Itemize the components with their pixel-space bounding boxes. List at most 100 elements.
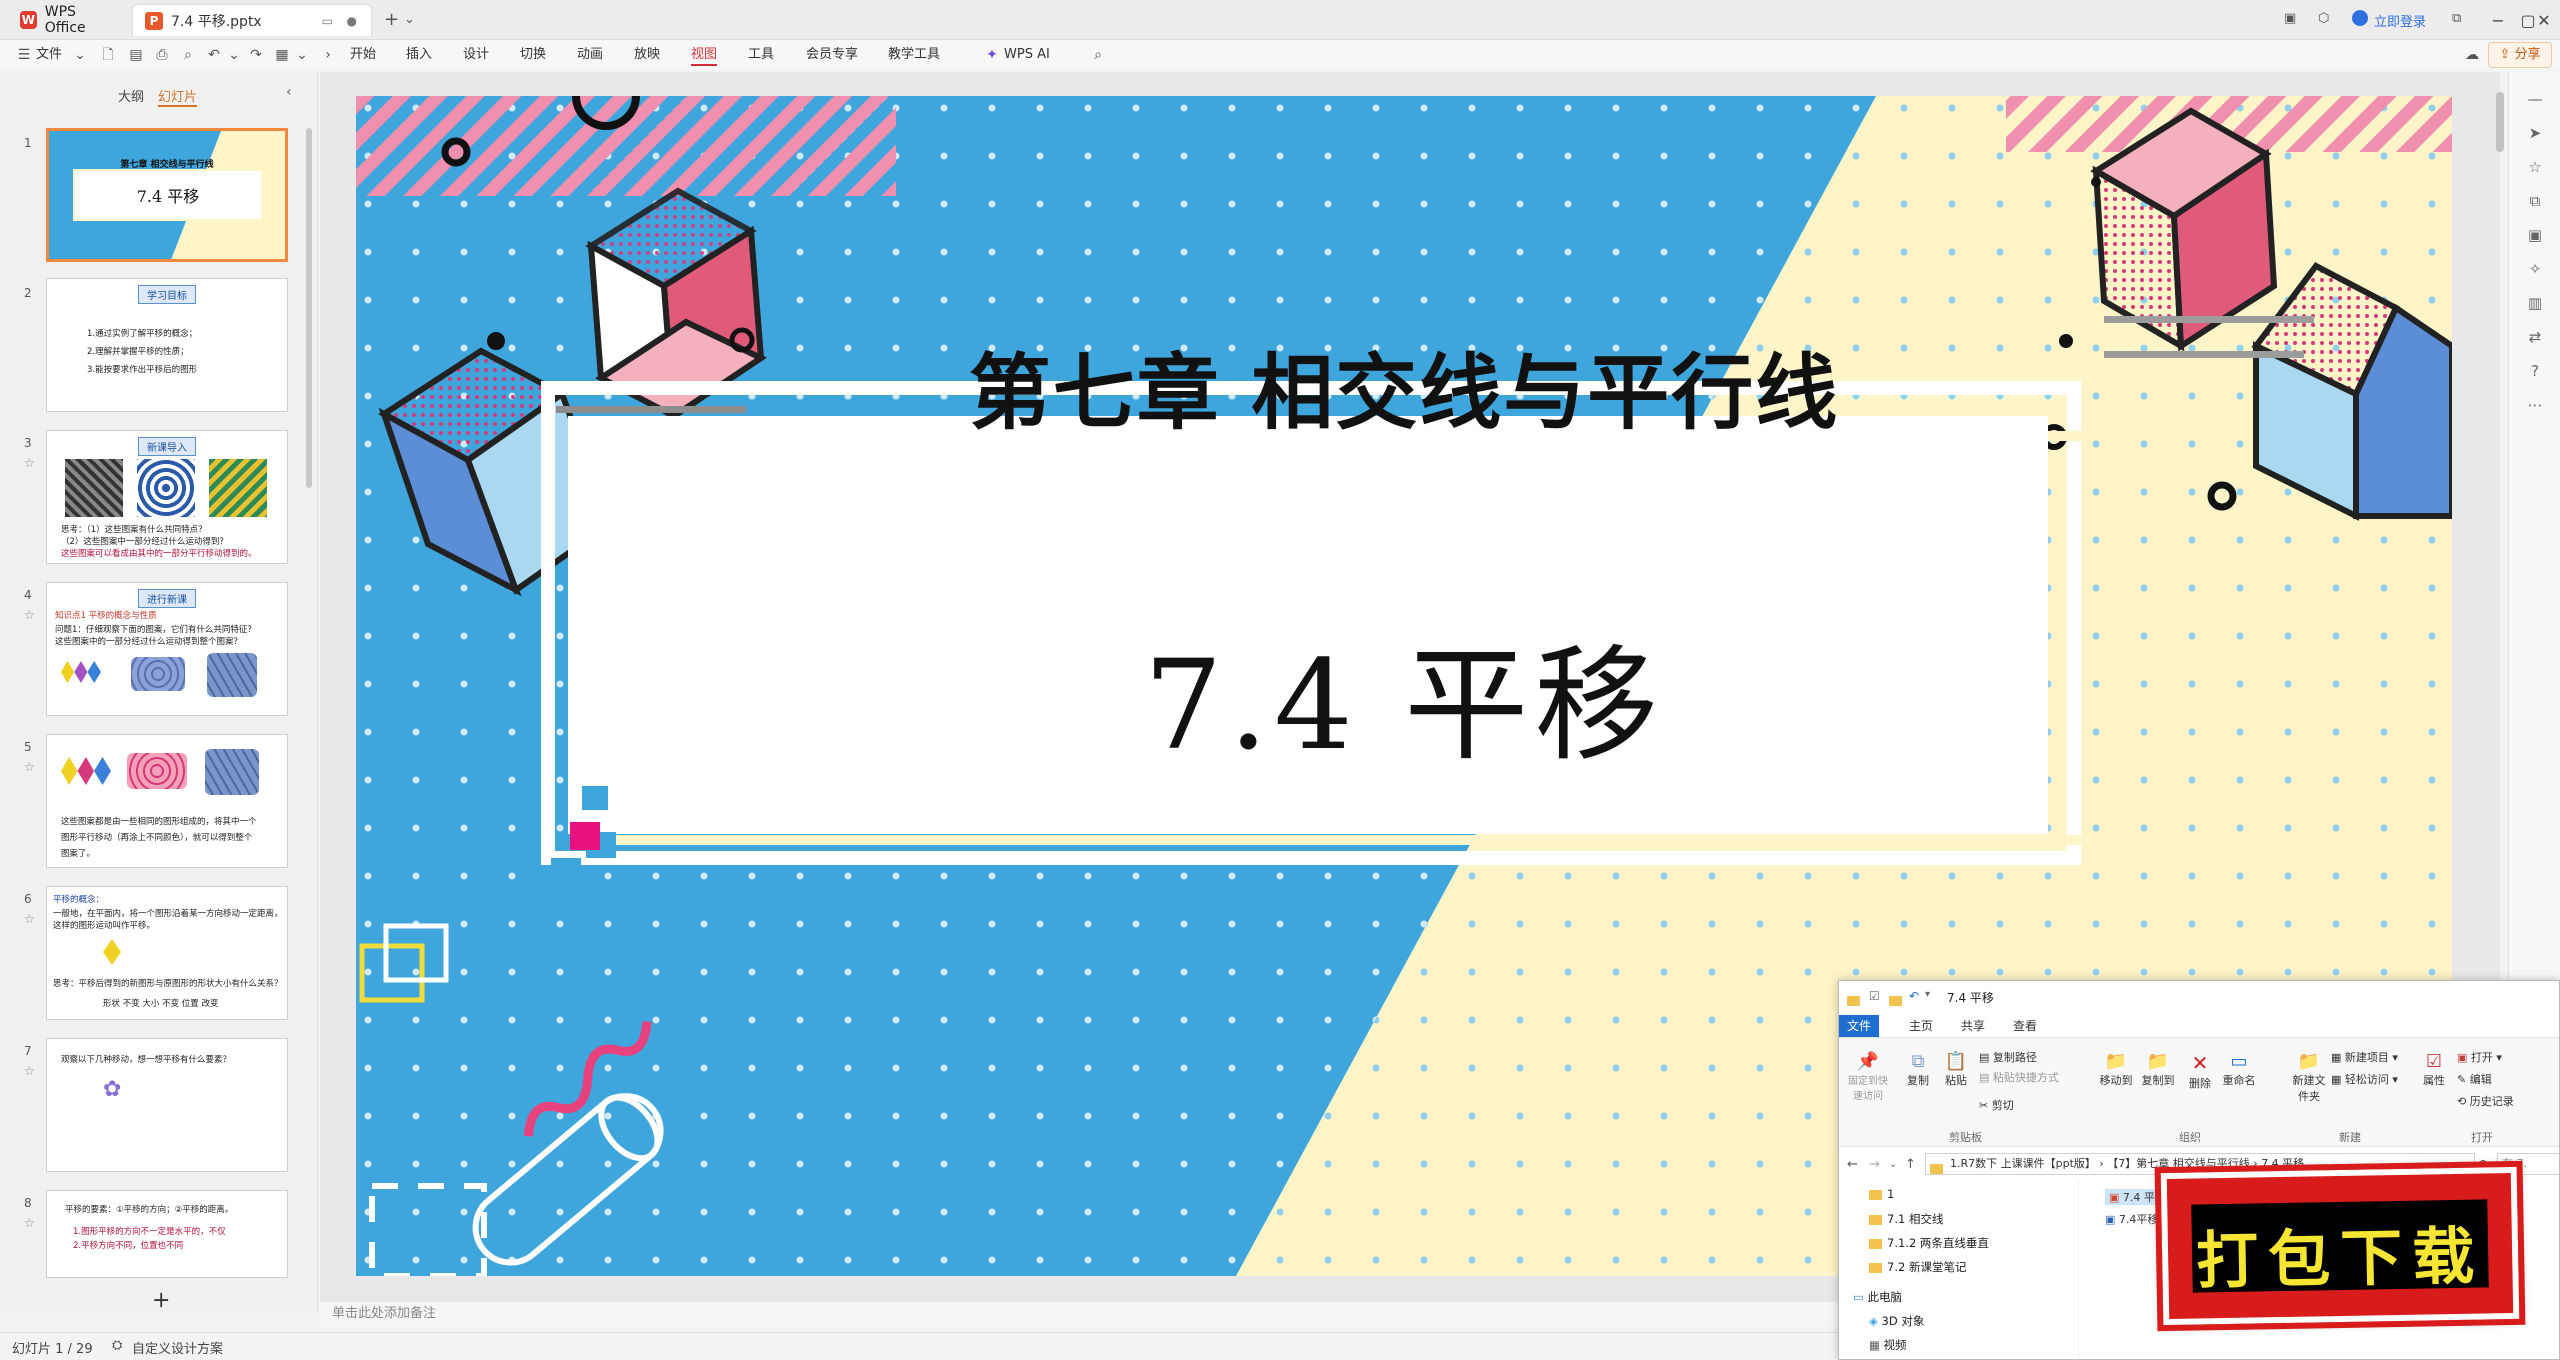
tree-item[interactable]: 7.1 相交线 <box>1869 1211 1943 1227</box>
recent-chevron-icon[interactable]: ⌄ <box>1889 1159 1897 1170</box>
help-icon[interactable]: ? <box>2525 362 2545 382</box>
menu-item-insert[interactable]: 插入 <box>406 44 432 66</box>
unsaved-dot-icon[interactable]: ● <box>347 14 357 28</box>
explorer-tab-home[interactable]: 主页 <box>1901 1015 1941 1037</box>
new-tab-icon[interactable]: + <box>384 9 399 30</box>
pointer-icon[interactable]: ➤ <box>2525 124 2545 144</box>
hamburger-icon[interactable]: ☰ <box>14 44 34 66</box>
menu-item-slideshow[interactable]: 放映 <box>634 44 660 66</box>
menu-item-tools[interactable]: 工具 <box>748 44 774 66</box>
tree-item[interactable]: ◈ 3D 对象 <box>1869 1313 1924 1329</box>
up-icon[interactable]: ↑ <box>1905 1157 1916 1172</box>
wps-home-tab[interactable]: W WPS Office <box>8 4 128 36</box>
copy-icon[interactable]: ⧉ <box>2525 192 2545 212</box>
undo-chevron-icon[interactable]: ⌄ <box>224 44 244 66</box>
print-icon[interactable]: ⎙ <box>152 44 172 66</box>
move-to-button[interactable]: 📁 移动到 <box>2097 1051 2135 1088</box>
window-restore-alt-icon[interactable]: ⧉ <box>2452 11 2461 26</box>
undo-icon[interactable]: ↶ <box>204 44 224 66</box>
qat-chevron-icon[interactable]: ▾ <box>1925 989 1930 1000</box>
undo-icon[interactable]: ↶ <box>1909 989 1919 1003</box>
slide-thumbnail-5[interactable]: 这些图案都是由一些相同的图形组成的，将其中一个 图形平行移动（再涂上不同颜色），… <box>46 734 288 868</box>
cut-button[interactable]: ✂ 剪切 <box>1979 1097 2014 1113</box>
explorer-tab-share[interactable]: 共享 <box>1953 1015 1993 1037</box>
forward-icon[interactable]: → <box>1869 1157 1880 1172</box>
menu-item-home[interactable]: 开始 <box>350 44 376 66</box>
paste-shortcut-button[interactable]: ▤ 粘贴快捷方式 <box>1979 1069 2059 1085</box>
save-icon[interactable]: ▤ <box>126 44 146 66</box>
slide-thumbnail-7[interactable]: 观察以下几种移动，想一想平移有什么要素？ ✿ <box>46 1038 288 1172</box>
window-layout-icon[interactable]: ▣ <box>2284 11 2296 26</box>
magic-icon[interactable]: ✧ <box>2525 260 2545 280</box>
rename-button[interactable]: ▭ 重命名 <box>2219 1051 2259 1088</box>
copy-to-button[interactable]: 📁 复制到 <box>2139 1051 2177 1088</box>
minus-icon[interactable]: — <box>2525 90 2545 110</box>
design-scheme-label[interactable]: 自定义设计方案 <box>132 1338 223 1357</box>
slide-thumbnail-3[interactable]: 新课导入 思考：（1）这些图案有什么共同特点？ （2）这些图案中一部分经过什么运… <box>46 430 288 564</box>
tab-slides[interactable]: 幻灯片 <box>158 86 198 107</box>
format-painter-icon[interactable]: ▦ <box>272 44 292 66</box>
monitor-icon[interactable]: ▭ <box>322 14 333 28</box>
tree-item[interactable]: 7.2 新课堂笔记 <box>1869 1259 1966 1275</box>
redo-icon[interactable]: ↷ <box>246 44 266 66</box>
star-icon[interactable]: ☆ <box>24 456 35 470</box>
slide-thumbnail-6[interactable]: 平移的概念： 一般地，在平面内，将一个图形沿着某一方向移动一定距离， 这样的图形… <box>46 886 288 1020</box>
back-icon[interactable]: ← <box>1847 1157 1858 1172</box>
chapter-title[interactable]: 第七章 相交线与平行线 <box>356 326 2452 445</box>
search-icon[interactable]: ⌕ <box>1088 44 1108 66</box>
canvas-scrollbar[interactable] <box>2496 92 2504 152</box>
design-scheme-icon[interactable]: ⛭ <box>112 1338 122 1353</box>
menu-item-teaching-tools[interactable]: 教学工具 <box>888 44 940 66</box>
new-doc-icon[interactable]: 🗋 <box>98 44 118 66</box>
paste-button[interactable]: 📋 粘贴 <box>1939 1051 1973 1088</box>
delete-button[interactable]: ✕ 删除 <box>2185 1051 2215 1091</box>
menu-item-member[interactable]: 会员专享 <box>806 44 858 66</box>
slide-thumbnail-8[interactable]: 平移的要素：①平移的方向；②平移的距离。 1.图形平移的方向不一定是水平的，不仅… <box>46 1190 288 1278</box>
copy-path-button[interactable]: ▤ 复制路径 <box>1979 1049 2037 1065</box>
tree-item-this-pc[interactable]: ▭ 此电脑 <box>1853 1289 1902 1305</box>
tab-outline[interactable]: 大纲 <box>118 86 144 105</box>
cloud-sync-icon[interactable]: ☁ <box>2462 44 2482 66</box>
slide-thumbnail-4[interactable]: 进行新课 知识点1 平移的概念与性质 问题1：仔细观察下面的图案，它们有什么共同… <box>46 582 288 716</box>
new-item-button[interactable]: ▦ 新建项目 ▾ <box>2331 1049 2398 1065</box>
properties-button[interactable]: ☑ 属性 <box>2419 1051 2449 1088</box>
menu-item-view[interactable]: 视图 <box>691 44 718 66</box>
star-icon[interactable]: ☆ <box>24 1216 35 1230</box>
easy-access-button[interactable]: ▦ 轻松访问 ▾ <box>2331 1071 2398 1087</box>
menu-item-design[interactable]: 设计 <box>463 44 489 66</box>
file-item[interactable]: ▣ 7.4平移.d <box>2105 1211 2169 1227</box>
quick-access-icon[interactable]: ☑ <box>1869 989 1880 1003</box>
lesson-title[interactable]: 7.4 平移 <box>356 604 2452 784</box>
layout-icon[interactable]: ▥ <box>2525 294 2545 314</box>
more-tools-chevron-icon[interactable]: › <box>318 44 338 66</box>
star-icon[interactable]: ☆ <box>24 912 35 926</box>
format-chevron-icon[interactable]: ⌄ <box>292 44 312 66</box>
document-tab[interactable]: P 7.4 平移.pptx ▭ ● <box>132 4 372 36</box>
user-avatar-icon[interactable] <box>2352 10 2368 26</box>
explorer-tab-view[interactable]: 查看 <box>2005 1015 2045 1037</box>
edit-button[interactable]: ✎ 编辑 <box>2457 1071 2492 1087</box>
collapse-panel-icon[interactable]: ‹ <box>286 84 292 100</box>
open-button[interactable]: ▣ 打开 ▾ <box>2457 1049 2502 1065</box>
history-button[interactable]: ⟲ 历史记录 <box>2457 1093 2514 1109</box>
tree-item[interactable]: 1 <box>1869 1187 1894 1201</box>
star-icon[interactable]: ☆ <box>24 1064 35 1078</box>
gallery-icon[interactable]: ▣ <box>2525 226 2545 246</box>
file-chevron-icon[interactable]: ⌄ <box>70 44 90 66</box>
menu-item-transition[interactable]: 切换 <box>520 44 546 66</box>
menu-item-wps-ai[interactable]: WPS AI <box>1004 44 1050 66</box>
add-slide-button[interactable]: + <box>152 1288 170 1313</box>
close-icon[interactable]: ✕ <box>2526 6 2560 34</box>
login-link[interactable]: 立即登录 <box>2374 11 2426 30</box>
file-menu[interactable]: 文件 <box>36 44 62 66</box>
star-icon[interactable]: ☆ <box>24 608 35 622</box>
share-button[interactable]: ⇪ 分享 <box>2488 42 2552 68</box>
print-preview-icon[interactable]: ⌕ <box>178 44 198 66</box>
notes-placeholder[interactable]: 单击此处添加备注 <box>320 1302 1840 1326</box>
explorer-tab-file[interactable]: 文件 <box>1839 1015 1880 1037</box>
tab-list-chevron-icon[interactable]: ⌄ <box>404 12 415 27</box>
star-icon[interactable]: ☆ <box>24 760 35 774</box>
more-icon[interactable]: ⋯ <box>2525 396 2545 416</box>
cube-icon[interactable]: ⬡ <box>2318 11 2329 26</box>
tree-item[interactable]: ▦ 视频 <box>1869 1337 1907 1353</box>
